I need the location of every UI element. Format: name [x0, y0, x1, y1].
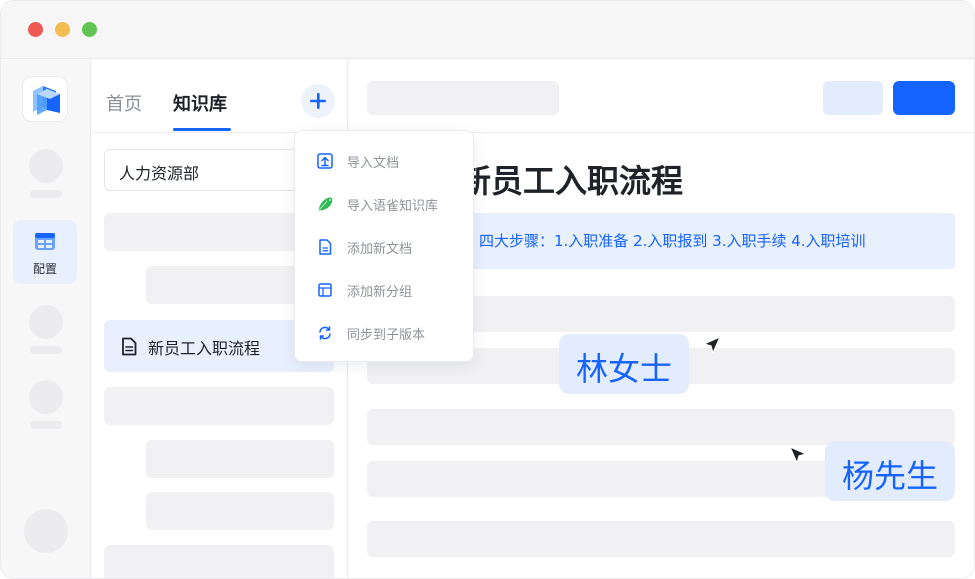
nav-rail: 配置 — [1, 60, 91, 578]
rail-placeholder-label — [30, 346, 62, 354]
tree-item-label: 新员工入职流程 — [148, 339, 261, 358]
cursor-arrow-icon — [703, 336, 721, 354]
tab-home[interactable]: 首页 — [106, 90, 142, 116]
menu-item-label: 导入文档 — [347, 156, 400, 171]
collaborator-label-yang: 杨先生 — [825, 441, 955, 501]
menu-item-label: 添加新文档 — [347, 242, 413, 257]
app-window: 配置 首页 知识库 人力资源部 新员工入职流程 新员工入职流程 四大步骤：1.入… — [0, 0, 975, 579]
rail-placeholder-avatar — [29, 305, 63, 339]
upload-icon — [317, 153, 333, 169]
menu-item-new-group[interactable]: 添加新分组 — [295, 272, 475, 308]
active-tab-indicator — [173, 128, 231, 131]
toolbar-placeholder — [367, 81, 559, 115]
menu-item-label: 添加新分组 — [347, 285, 413, 300]
maximize-window-button[interactable] — [82, 22, 97, 37]
menu-item-label: 导入语雀知识库 — [347, 199, 439, 214]
cursor-arrow-icon — [789, 446, 807, 464]
menu-item-new-document[interactable]: 添加新文档 — [295, 229, 475, 265]
tree-placeholder — [104, 545, 334, 578]
group-icon — [318, 283, 332, 297]
plus-icon — [310, 93, 326, 109]
document-title[interactable]: 新员工入职流程 — [459, 156, 683, 202]
department-select-value: 人力资源部 — [119, 164, 200, 183]
rail-item-config-label: 配置 — [32, 262, 57, 276]
rail-placeholder-label — [30, 421, 62, 429]
rail-item-config[interactable]: 配置 — [13, 220, 77, 284]
tree-placeholder — [146, 440, 334, 478]
secondary-action-button[interactable] — [823, 81, 883, 115]
document-summary-text: 四大步骤：1.入职准备 2.入职报到 3.入职手续 4.入职培训 — [479, 232, 866, 250]
collaborator-name: 林女士 — [575, 350, 672, 388]
tab-knowledge-base[interactable]: 知识库 — [173, 90, 227, 116]
menu-item-sync-subversion[interactable]: 同步到子版本 — [295, 315, 475, 351]
new-document-icon — [319, 239, 332, 255]
yuque-bird-icon — [318, 197, 333, 211]
document-icon — [122, 337, 137, 356]
user-avatar[interactable] — [24, 509, 68, 553]
close-window-button[interactable] — [28, 22, 43, 37]
rail-placeholder-label — [30, 190, 62, 198]
title-bar — [1, 1, 974, 59]
content-placeholder-line — [367, 409, 955, 445]
add-dropdown-menu: 导入文档 导入语雀知识库 添加新文档 添加新分组 同步到子版本 — [294, 130, 474, 362]
add-button[interactable] — [301, 84, 335, 118]
content-placeholder-line — [367, 521, 955, 557]
tree-placeholder — [146, 492, 334, 530]
tree-placeholder — [104, 387, 334, 425]
collaborator-label-lin: 林女士 — [559, 334, 689, 394]
menu-item-label: 同步到子版本 — [347, 328, 426, 343]
app-logo-cube-icon[interactable] — [22, 76, 68, 122]
primary-action-button[interactable] — [893, 81, 955, 115]
menu-item-import-yuque[interactable]: 导入语雀知识库 — [295, 186, 475, 222]
rail-placeholder-avatar — [29, 380, 63, 414]
minimize-window-button[interactable] — [55, 22, 70, 37]
rail-placeholder-avatar — [29, 149, 63, 183]
menu-item-import-document[interactable]: 导入文档 — [295, 143, 475, 179]
config-grid-icon — [35, 233, 55, 250]
sync-icon — [319, 326, 331, 340]
collaborator-name: 杨先生 — [841, 457, 938, 495]
